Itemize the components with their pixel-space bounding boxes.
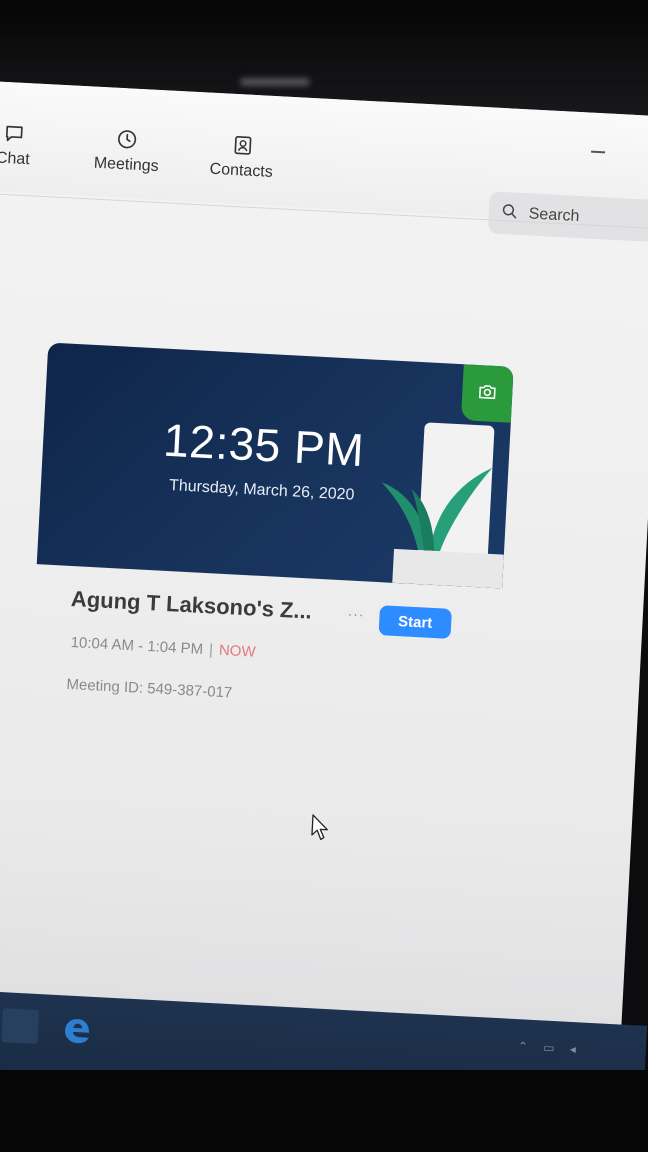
meeting-title[interactable]: Agung T Laksono's Z... [70,586,312,625]
tab-chat[interactable]: Chat [0,122,32,170]
monitor-bezel-bottom [0,1070,648,1152]
meeting-time-row: 10:04 AM - 1:04 PM | NOW [70,634,256,661]
start-meeting-button[interactable]: Start [378,605,452,639]
change-background-button[interactable] [460,364,514,423]
bezel-glare [240,78,310,86]
current-time: 12:35 PM [162,413,366,477]
tab-contacts-label: Contacts [209,160,274,181]
tab-chat-label: Chat [0,149,31,169]
camera-icon [476,379,499,407]
mouse-pointer-icon [311,814,328,841]
clock-icon [116,128,139,151]
system-tray[interactable]: ⌃ ▭ ◂ [518,1039,583,1056]
current-date: Thursday, March 26, 2020 [168,476,355,504]
plant-leaves-illustration [381,467,493,552]
zoom-app-window: Chat Meetings Contacts Search 12:35 PM T… [0,80,648,1106]
tab-meetings-label: Meetings [93,154,160,175]
meeting-time-range: 10:04 AM - 1:04 PM [70,634,204,658]
tab-contacts[interactable]: Contacts [209,133,274,182]
meeting-status: NOW [218,641,257,661]
meeting-clock-card: 12:35 PM Thursday, March 26, 2020 [36,342,514,589]
plant-base-illustration [392,548,504,589]
contact-icon [231,134,254,157]
time-separator: | [208,641,214,659]
meeting-id: Meeting ID: 549-387-017 [66,675,233,702]
more-options-button[interactable]: ··· [347,606,365,623]
windows-start-icon[interactable] [1,1008,40,1045]
tab-meetings[interactable]: Meetings [93,127,160,176]
edge-browser-icon[interactable] [59,1013,95,1049]
minimize-button[interactable] [591,150,606,154]
search-input[interactable]: Search [487,191,648,244]
chat-icon [3,122,26,145]
